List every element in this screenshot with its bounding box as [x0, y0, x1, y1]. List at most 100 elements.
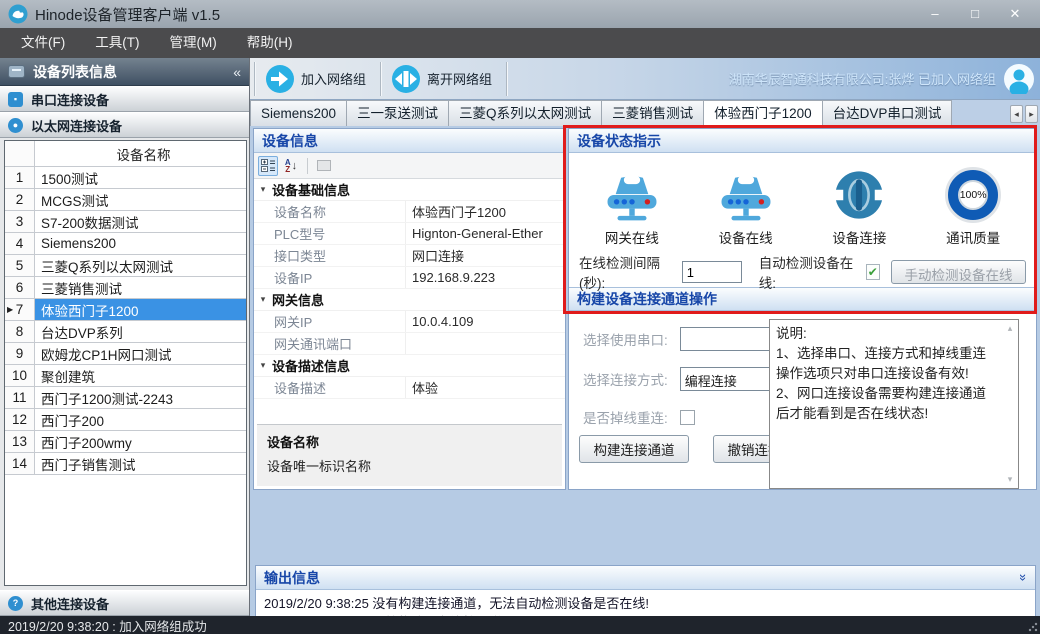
menu-item[interactable]: 帮助(H) [232, 28, 308, 58]
sidebar-item-serial-devices[interactable]: ▪ 串口连接设备 [0, 86, 249, 112]
tab[interactable]: 台达DVP串口测试 [822, 100, 953, 126]
device-name-cell[interactable]: 西门子200 [35, 409, 246, 430]
close-button[interactable]: ✕ [1006, 0, 1024, 28]
table-row[interactable]: 5三菱Q系列以太网测试 [5, 255, 246, 277]
property-label: 网关通讯端口 [254, 333, 406, 354]
sidebar-item-label: 以太网连接设备 [31, 116, 122, 135]
minimize-button[interactable]: – [926, 0, 944, 28]
row-number: 5 [5, 255, 35, 276]
tab[interactable]: 体验西门子1200 [703, 100, 823, 126]
table-row[interactable]: 12西门子200 [5, 409, 246, 431]
menu-item[interactable]: 管理(M) [155, 28, 232, 58]
device-name-cell[interactable]: Siemens200 [35, 233, 246, 254]
property-row[interactable]: 网关通讯端口 [254, 333, 565, 355]
scroll-up-icon[interactable]: ▴ [1008, 323, 1013, 334]
manual-detect-button[interactable]: 手动检测设备在线 [891, 260, 1026, 284]
build-channel-button[interactable]: 构建连接通道 [579, 435, 689, 463]
device-name-cell[interactable]: 三菱Q系列以太网测试 [35, 255, 246, 276]
tab-scroll-right-icon[interactable]: ▸ [1025, 105, 1038, 123]
device-name-cell[interactable]: 聚创建筑 [35, 365, 246, 386]
table-row[interactable]: 11西门子1200测试-2243 [5, 387, 246, 409]
toolbar-separator [307, 158, 308, 174]
join-network-button[interactable]: 加入网络组 [259, 61, 376, 97]
device-name-cell[interactable]: 西门子1200测试-2243 [35, 387, 246, 408]
auto-detect-checkbox[interactable]: ✔ [866, 264, 881, 280]
toolbar-separator [254, 62, 255, 96]
category-row[interactable]: ▾网关信息 [254, 289, 565, 311]
tab[interactable]: Siemens200 [250, 100, 347, 126]
device-name-cell[interactable]: 1500测试 [35, 167, 246, 188]
chevron-down-icon[interactable]: ▾ [254, 294, 272, 305]
scroll-down-icon[interactable]: ▾ [1008, 474, 1013, 485]
device-name-cell[interactable]: 西门子销售测试 [35, 453, 246, 474]
collapse-output-icon[interactable]: » [1016, 574, 1031, 581]
leave-network-button[interactable]: 离开网络组 [385, 61, 502, 97]
table-row[interactable]: 10聚创建筑 [5, 365, 246, 387]
chevron-down-icon[interactable]: ▾ [254, 184, 272, 195]
row-number: 1 [5, 167, 35, 188]
table-row[interactable]: 13西门子200wmy [5, 431, 246, 453]
property-row[interactable]: 设备描述体验 [254, 377, 565, 399]
interval-label: 在线检测间隔(秒): [579, 252, 675, 292]
row-number: 14 [5, 453, 35, 474]
category-row[interactable]: ▾设备基础信息 [254, 179, 565, 201]
property-row[interactable]: 设备IP192.168.9.223 [254, 267, 565, 289]
categorized-view-icon[interactable] [258, 156, 278, 176]
device-name-cell[interactable]: S7-200数据测试 [35, 211, 246, 232]
menu-item[interactable]: 工具(T) [80, 28, 154, 58]
channel-form: 选择使用串口: ▾ 选择连接方式: 编程连接 ▾ [569, 311, 1036, 492]
description-text: 设备唯一标识名称 [267, 456, 552, 475]
category-label: 设备描述信息 [272, 356, 350, 375]
tab[interactable]: 三菱销售测试 [601, 100, 704, 126]
property-row[interactable]: 接口类型网口连接 [254, 245, 565, 267]
collapse-sidebar-icon[interactable]: « [233, 64, 241, 80]
table-row[interactable]: 3S7-200数据测试 [5, 211, 246, 233]
combo-value: 编程连接 [681, 368, 780, 390]
panel-title: 输出信息 [264, 568, 320, 588]
status-panel-header: 设备状态指示 [569, 129, 1036, 153]
property-row[interactable]: PLC型号Hignton-General-Ether [254, 223, 565, 245]
menu-item[interactable]: 文件(F) [6, 28, 80, 58]
table-row[interactable]: 9欧姆龙CP1H网口测试 [5, 343, 246, 365]
property-value: 网口连接 [406, 245, 565, 266]
device-name-cell[interactable]: 台达DVP系列 [35, 321, 246, 342]
device-name-cell[interactable]: 西门子200wmy [35, 431, 246, 452]
device-name-cell[interactable]: 欧姆龙CP1H网口测试 [35, 343, 246, 364]
table-row[interactable]: 6三菱销售测试 [5, 277, 246, 299]
property-label: 设备IP [254, 267, 406, 288]
property-grid: ▾设备基础信息设备名称体验西门子1200PLC型号Hignton-General… [254, 179, 565, 399]
status-indicators: 网关在线 设备在线 [569, 153, 1036, 257]
main-area: 加入网络组 离开网络组 湖南华辰智通科技有限公司:张烨 已加入网络组 [250, 58, 1040, 616]
tab[interactable]: 三一泵送测试 [346, 100, 449, 126]
property-value: 体验 [406, 377, 565, 398]
category-row[interactable]: ▾设备描述信息 [254, 355, 565, 377]
device-name-cell[interactable]: MCGS测试 [35, 189, 246, 210]
maximize-button[interactable]: □ [966, 0, 984, 28]
status-message: 2019/2/20 9:38:20 : 加入网络组成功 [8, 616, 207, 634]
interval-input[interactable] [682, 261, 742, 283]
table-row[interactable]: 8台达DVP系列 [5, 321, 246, 343]
table-row[interactable]: 2MCGS测试 [5, 189, 246, 211]
tab[interactable]: 三菱Q系列以太网测试 [448, 100, 602, 126]
scrollbar[interactable]: ▴ ▾ [1002, 320, 1018, 488]
table-row[interactable]: 14西门子销售测试 [5, 453, 246, 475]
alphabetical-sort-icon[interactable]: AZ↓ [281, 156, 301, 176]
avatar[interactable] [1004, 64, 1034, 94]
resize-grip[interactable] [1028, 622, 1038, 632]
property-row[interactable]: 网关IP10.0.4.109 [254, 311, 565, 333]
sidebar-item-other-devices[interactable]: ? 其他连接设备 [0, 590, 249, 616]
content-area: 设备信息 AZ↓ [250, 126, 1040, 616]
table-row[interactable]: 11500测试 [5, 167, 246, 189]
device-name-cell[interactable]: 体验西门子1200 [35, 299, 246, 320]
device-online-icon [717, 167, 775, 223]
tab-scroll-left-icon[interactable]: ◂ [1010, 105, 1023, 123]
reconnect-checkbox[interactable] [680, 410, 695, 425]
property-row[interactable]: 设备名称体验西门子1200 [254, 201, 565, 223]
comm-quality-gauge-icon: 100% [945, 167, 1001, 223]
table-row[interactable]: ▶7体验西门子1200 [5, 299, 246, 321]
device-name-cell[interactable]: 三菱销售测试 [35, 277, 246, 298]
chevron-down-icon[interactable]: ▾ [254, 360, 272, 371]
sidebar-item-ethernet-devices[interactable]: ● 以太网连接设备 [0, 112, 249, 138]
description-title: 设备名称 [267, 432, 552, 451]
table-row[interactable]: 4Siemens200 [5, 233, 246, 255]
